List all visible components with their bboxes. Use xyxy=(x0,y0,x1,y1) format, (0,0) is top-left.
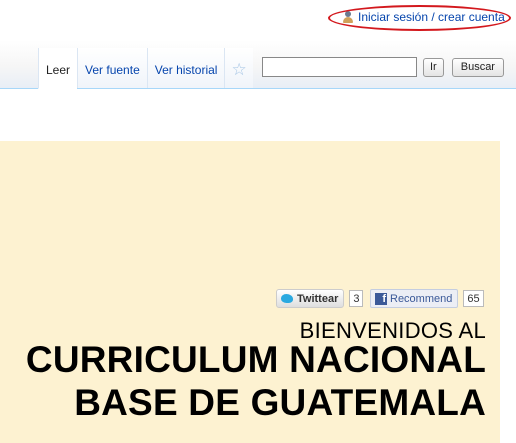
facebook-share: f Recommend 65 xyxy=(370,289,484,308)
tab-leer[interactable]: Leer xyxy=(38,48,78,89)
tab-label: Ver fuente xyxy=(85,63,140,77)
facebook-recommend-button[interactable]: f Recommend xyxy=(370,289,459,308)
facebook-icon: f xyxy=(375,292,387,305)
tweet-label: Twittear xyxy=(297,292,339,305)
star-icon: ☆ xyxy=(231,60,247,79)
personal-tools: Iniciar sesión / crear cuenta xyxy=(0,0,516,40)
tweet-button[interactable]: Twittear xyxy=(276,289,345,308)
tab-label: Ver historial xyxy=(154,63,218,77)
go-button[interactable]: Ir xyxy=(423,57,444,77)
search-form: Ir Buscar xyxy=(262,57,504,77)
search-button[interactable]: Buscar xyxy=(451,57,504,77)
twitter-share: Twittear 3 xyxy=(276,289,364,308)
search-input[interactable] xyxy=(262,57,417,77)
user-icon xyxy=(342,11,354,23)
page-title-line-2: BASE DE GUATEMALA xyxy=(74,382,486,423)
login-link-label: Iniciar sesión / crear cuenta xyxy=(358,10,505,24)
tab-label: Leer xyxy=(46,63,71,77)
tab-ver-historial[interactable]: Ver historial xyxy=(146,48,225,88)
recommend-label: Recommend xyxy=(390,292,453,305)
page-title-line-1: CURRICULUM NACIONAL xyxy=(25,339,486,380)
login-link[interactable]: Iniciar sesión / crear cuenta xyxy=(342,10,505,24)
recommend-count: 65 xyxy=(463,290,484,307)
tab-ver-fuente[interactable]: Ver fuente xyxy=(77,48,147,88)
page-tabs: Leer Ver fuente Ver historial ☆ xyxy=(38,48,253,89)
tweet-count: 3 xyxy=(349,290,364,307)
twitter-bird-icon xyxy=(281,294,293,303)
watch-button[interactable]: ☆ xyxy=(224,48,253,88)
